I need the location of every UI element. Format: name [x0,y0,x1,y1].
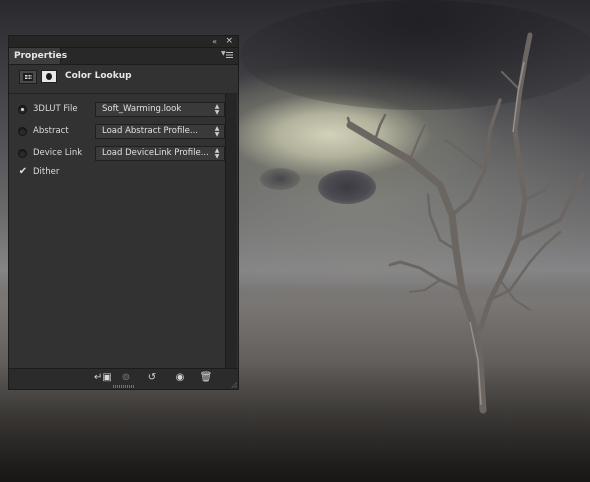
radio-abstract[interactable] [18,127,27,136]
reset-icon[interactable]: ↺ [145,372,159,384]
resize-grip[interactable] [113,385,135,388]
devicelink-profile-select[interactable]: Load DeviceLink Profile... ▲ ▼ [95,146,225,161]
option-label: Abstract [33,126,69,136]
panel-footer: ↵▣ ⊚ ↺ ◉ 🗑 [9,368,238,389]
collapse-panel-icon[interactable]: « [212,37,217,46]
select-arrows-icon: ▲ ▼ [214,125,220,138]
adjustment-grid-icon[interactable] [19,70,37,84]
panel-title-bar[interactable]: « × [9,36,238,48]
option-label: Dither [33,167,60,177]
abstract-profile-select[interactable]: Load Abstract Profile... ▲ ▼ [95,124,225,139]
scrollbar[interactable] [225,94,237,369]
option-abstract: Abstract Load Abstract Profile... ▲ ▼ [15,124,225,140]
3dlut-file-select[interactable]: Soft_Warming.look ▲ ▼ [95,102,225,117]
option-3dlut-file: 3DLUT File Soft_Warming.look ▲ ▼ [15,102,225,118]
view-previous-state-icon[interactable]: ⊚ [119,372,133,384]
corner-resize-grip[interactable] [231,382,237,388]
close-icon[interactable]: × [225,36,233,46]
option-dither: ✔ Dither [15,165,220,181]
select-arrows-icon: ▲ ▼ [214,147,220,160]
panel-body: 3DLUT File Soft_Warming.look ▲ ▼ Abstract… [9,94,238,369]
dither-checkbox[interactable]: ✔ [18,167,28,177]
select-arrows-icon: ▲ ▼ [214,103,220,116]
select-value: Soft_Warming.look [102,104,182,114]
option-device-link: Device Link Load DeviceLink Profile... ▲… [15,146,225,162]
layer-mask-icon[interactable] [41,70,57,83]
clip-to-layer-icon[interactable]: ↵▣ [94,372,112,384]
tab-properties[interactable]: Properties [9,48,67,64]
panel-menu-icon[interactable]: ▼ [221,51,233,60]
option-label: 3DLUT File [33,104,78,114]
select-value: Load DeviceLink Profile... [102,148,209,158]
radio-device-link[interactable] [18,149,27,158]
radio-3dlut-file[interactable] [18,105,27,114]
adjustment-title: Color Lookup [65,71,132,81]
eye-icon[interactable]: ◉ [173,372,187,384]
properties-panel: « × Properties ▼ Color Lookup 3DLUT File… [8,35,239,390]
panel-tab-bar: Properties ▼ [9,48,238,65]
trash-icon[interactable]: 🗑 [199,372,213,384]
option-label: Device Link [33,148,83,158]
adjustment-header: Color Lookup [9,65,238,89]
select-value: Load Abstract Profile... [102,126,199,136]
